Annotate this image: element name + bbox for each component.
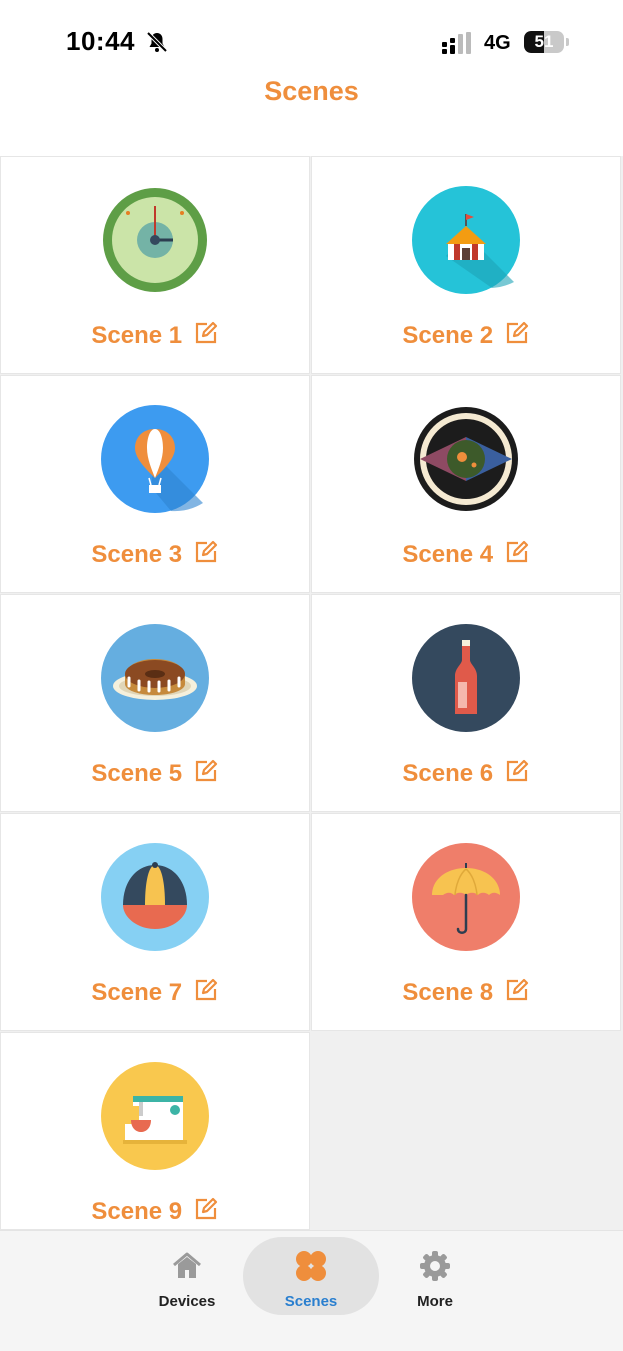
scene-label-row: Scene 5 (0, 758, 310, 788)
status-time: 10:44 (66, 26, 135, 56)
scene-card-1[interactable]: Scene 1 (0, 156, 310, 374)
scene-name: Scene 3 (91, 541, 183, 568)
hot-air-balloon-icon (101, 405, 209, 513)
scene-card-8[interactable]: Scene 8 (311, 813, 621, 1031)
circus-tent-icon (412, 186, 520, 294)
scene-card-4[interactable]: Scene 4 (311, 375, 621, 593)
scene-label-row: Scene 9 (0, 1196, 310, 1226)
scene-label-row: Scene 3 (0, 539, 310, 569)
tab-devices[interactable]: Devices (119, 1237, 255, 1315)
page-title: Scenes (264, 76, 359, 106)
network-type: 4G (484, 32, 511, 54)
scene-card-9[interactable]: Scene 9 (0, 1032, 310, 1230)
tab-label: Devices (158, 1293, 216, 1310)
gear-icon (420, 1251, 450, 1281)
scenes-icon (296, 1251, 326, 1281)
scene-card-5[interactable]: Scene 5 (0, 594, 310, 812)
scene-card-7[interactable]: Scene 7 (0, 813, 310, 1031)
edit-icon[interactable] (504, 320, 530, 346)
bell-slash-icon (146, 31, 168, 53)
battery-indicator: 51 (524, 31, 564, 53)
sewing-machine-icon (101, 1062, 209, 1170)
scene-card-3[interactable]: Scene 3 (0, 375, 310, 593)
battery-cap (566, 38, 569, 46)
scene-label-row: Scene 2 (311, 320, 621, 350)
scene-card-2[interactable]: Scene 2 (311, 156, 621, 374)
scene-name: Scene 2 (402, 322, 494, 349)
scene-card-6[interactable]: Scene 6 (311, 594, 621, 812)
scene-label-row: Scene 8 (311, 977, 621, 1007)
tab-scenes[interactable]: Scenes (243, 1237, 379, 1315)
tab-label: More (417, 1293, 453, 1310)
clock-icon (103, 188, 207, 292)
tab-bar: Devices Scenes More (0, 1230, 623, 1351)
scene-name: Scene 8 (402, 979, 494, 1006)
edit-icon[interactable] (193, 539, 219, 565)
edit-icon[interactable] (193, 977, 219, 1003)
scene-label-row: Scene 7 (0, 977, 310, 1007)
bottle-icon (412, 624, 520, 732)
scene-label-row: Scene 6 (311, 758, 621, 788)
tab-label: Scenes (284, 1293, 338, 1310)
cake-icon (101, 624, 209, 732)
scene-name: Scene 7 (91, 979, 183, 1006)
scene-name: Scene 1 (91, 322, 183, 349)
edit-icon[interactable] (504, 758, 530, 784)
cellular-signal-icon (442, 32, 471, 54)
tab-more[interactable]: More (367, 1237, 503, 1315)
edit-icon[interactable] (504, 977, 530, 1003)
scene-grid: Scene 1 Scene 2 Scene 3 Scene 4 Scene 5 … (0, 156, 623, 1230)
battery-level: 51 (534, 32, 554, 51)
edit-icon[interactable] (193, 1196, 219, 1222)
scene-name: Scene 4 (402, 541, 494, 568)
home-icon (173, 1252, 201, 1278)
status-bar: 10:44 4G 51 (0, 0, 623, 80)
scene-name: Scene 5 (91, 760, 183, 787)
cap-icon (101, 843, 209, 951)
eye-icon (414, 407, 518, 511)
umbrella-icon (412, 843, 520, 951)
edit-icon[interactable] (504, 539, 530, 565)
scene-name: Scene 9 (91, 1198, 183, 1225)
edit-icon[interactable] (193, 320, 219, 346)
scene-label-row: Scene 4 (311, 539, 621, 569)
edit-icon[interactable] (193, 758, 219, 784)
scene-label-row: Scene 1 (0, 320, 310, 350)
scene-name: Scene 6 (402, 760, 494, 787)
